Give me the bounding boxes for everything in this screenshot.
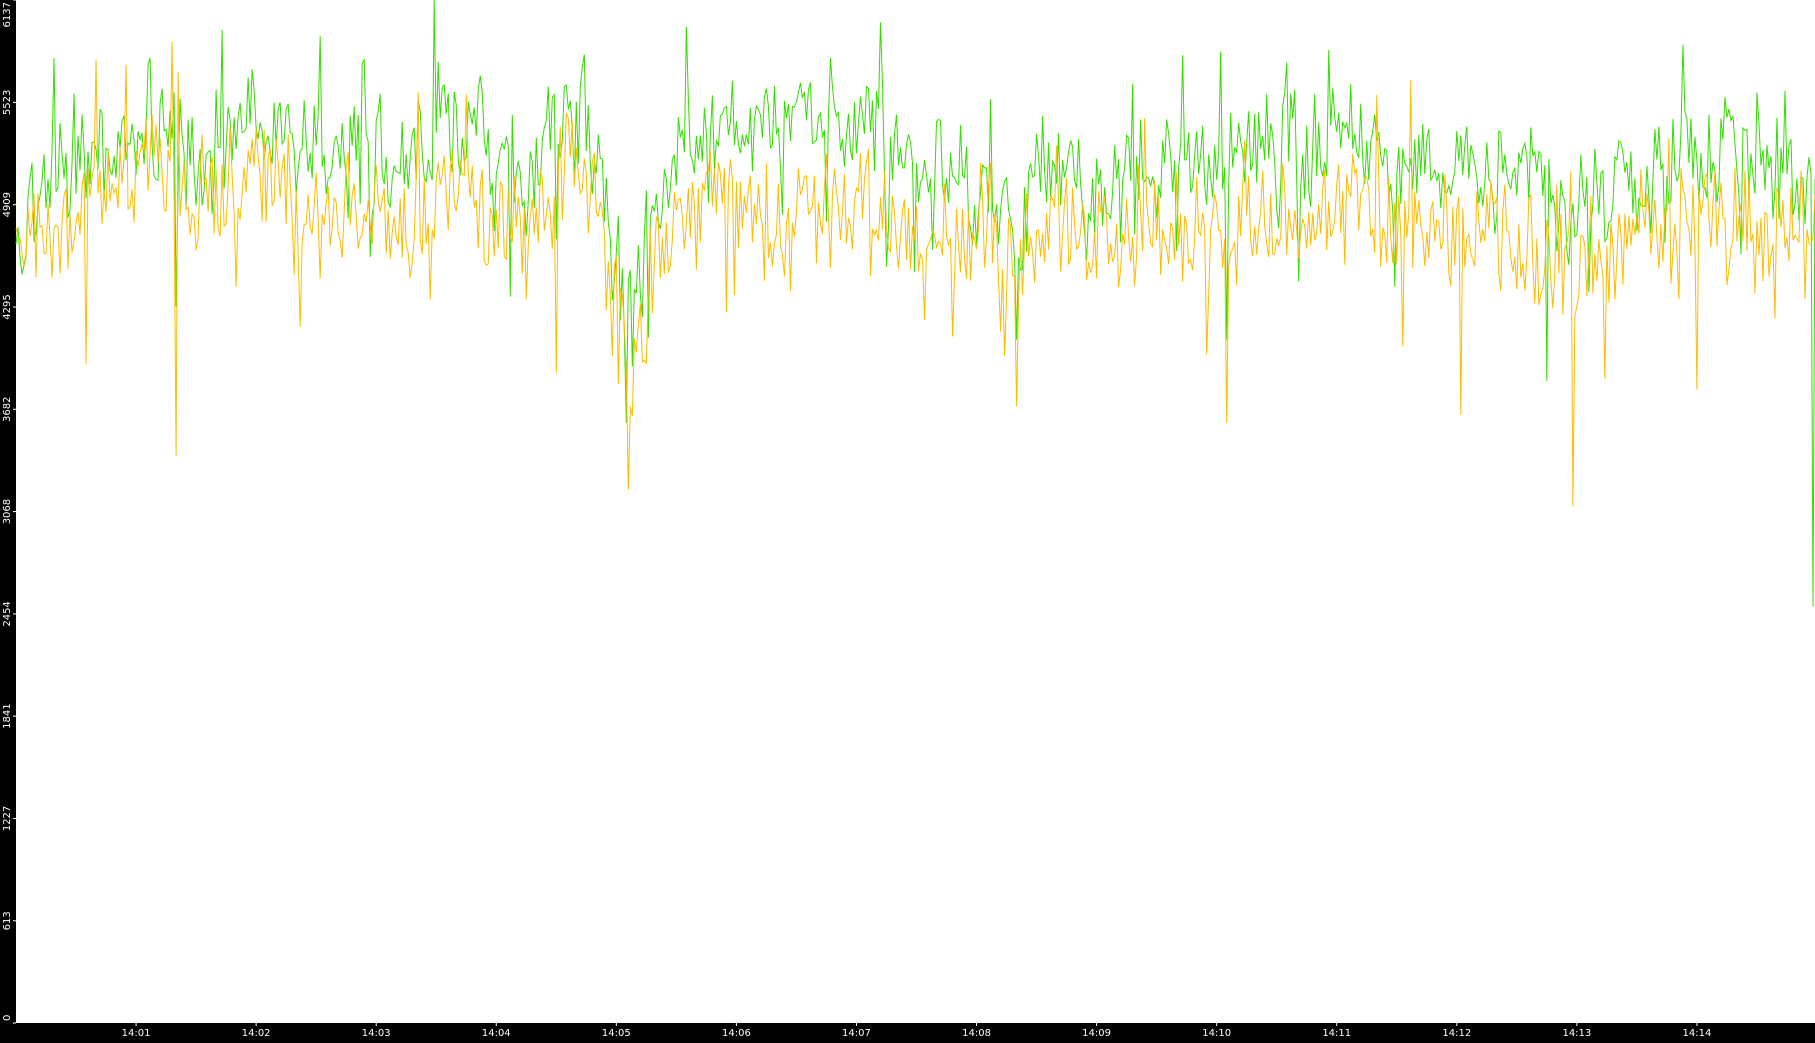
line-chart: 0 613 1227 1841 2454 3068 3682 4295 4909 5523 6137… — [0, 0, 1815, 1039]
x-tick-label: 14:08 — [962, 1028, 991, 1039]
x-tick-label: 14:12 — [1442, 1028, 1471, 1039]
x-tick-label: 14:07 — [842, 1028, 871, 1039]
x-tick-label: 14:02 — [242, 1028, 271, 1039]
chart-root: 0 613 1227 1841 2454 3068 3682 4295 4909 5523 6137… — [0, 0, 1815, 1039]
x-tick-label: 14:01 — [122, 1028, 151, 1039]
x-tick-label: 14:06 — [722, 1028, 751, 1039]
x-tick-label: 14:13 — [1562, 1028, 1591, 1039]
x-tick-label: 14:14 — [1683, 1028, 1712, 1039]
y-tick-label: 4909 — [2, 192, 13, 217]
x-tick-label: 14:04 — [482, 1028, 511, 1039]
x-tick-label: 14:03 — [362, 1028, 391, 1039]
y-tick-label: 1841 — [2, 703, 13, 728]
y-tick-label: 3682 — [2, 397, 13, 422]
y-tick-label: 4295 — [2, 294, 13, 319]
y-tick-label: 6137 — [2, 2, 13, 27]
x-tick-label: 14:05 — [602, 1028, 631, 1039]
x-tick-label: 14:11 — [1322, 1028, 1351, 1039]
x-tick-label: 14:09 — [1082, 1028, 1111, 1039]
y-tick-label: 613 — [2, 911, 13, 930]
y-tick-label: 0 — [2, 1015, 13, 1021]
y-tick-label: 1227 — [2, 806, 13, 831]
plot-area — [16, 0, 1815, 1023]
y-tick-label: 2454 — [2, 601, 13, 626]
y-tick-label: 5523 — [2, 90, 13, 115]
y-tick-label: 3068 — [2, 499, 13, 524]
x-tick-label: 14:10 — [1202, 1028, 1231, 1039]
